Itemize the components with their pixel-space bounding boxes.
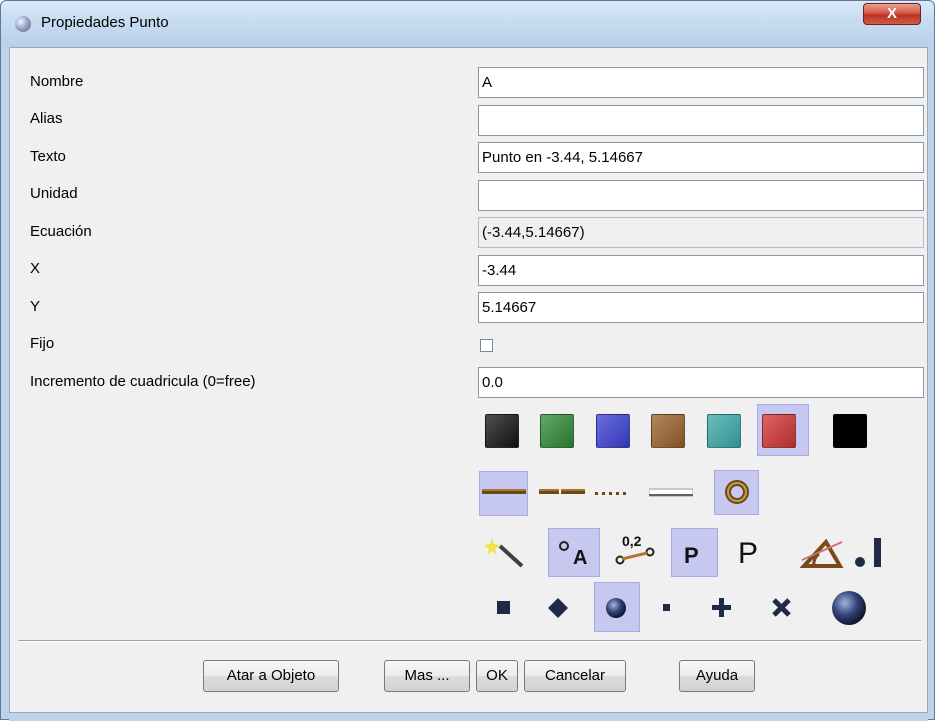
label-unidad: Unidad — [30, 185, 78, 202]
x-field[interactable]: -3.44 — [478, 255, 924, 286]
bold-p-icon[interactable]: P — [684, 538, 708, 570]
plus-point-icon[interactable] — [710, 596, 734, 620]
title-bar[interactable]: Propiedades Punto X — [1, 1, 934, 47]
label-alias: Alias — [30, 110, 63, 127]
nombre-field[interactable]: A — [478, 67, 924, 98]
label-nombre: Nombre — [30, 73, 84, 90]
window-title: Propiedades Punto — [41, 14, 169, 31]
unidad-field[interactable] — [478, 180, 924, 211]
incremento-field[interactable]: 0.0 — [478, 367, 924, 398]
y-field[interactable]: 5.14667 — [478, 292, 924, 323]
label-incremento: Incremento de cuadricula (0=free) — [30, 373, 256, 390]
bar-point-icon[interactable] — [850, 534, 890, 570]
color-swatch-selected[interactable] — [762, 414, 796, 448]
large-ball-icon[interactable] — [830, 589, 868, 627]
ok-button[interactable]: OK — [476, 660, 518, 692]
color-swatch[interactable] — [485, 414, 519, 448]
point-label-text: A — [573, 547, 587, 569]
texto-field[interactable]: Punto en -3.44, 5.14667 — [478, 142, 924, 173]
app-icon — [15, 16, 31, 32]
ecuacion-field: (-3.44,5.14667) — [478, 217, 924, 248]
plain-p-text: P — [738, 537, 758, 570]
label-fijo: Fijo — [30, 335, 55, 352]
cross-point-icon[interactable] — [770, 596, 794, 620]
magic-wand-icon[interactable] — [482, 536, 528, 570]
properties-dialog: Propiedades Punto X Nombre Alias Texto U… — [0, 0, 935, 721]
dotted-line-icon[interactable] — [595, 481, 635, 503]
bold-p-text: P — [684, 543, 699, 568]
fijo-checkbox[interactable] — [480, 339, 493, 352]
coordinate-label-icon[interactable]: 0,2 — [614, 532, 658, 570]
solid-line-icon[interactable] — [482, 481, 526, 503]
color-swatch[interactable] — [651, 414, 685, 448]
ball-point-icon[interactable] — [604, 596, 628, 620]
ring-icon[interactable] — [724, 479, 750, 505]
color-swatch[interactable] — [833, 414, 867, 448]
close-button[interactable]: X — [863, 3, 921, 25]
color-swatch[interactable] — [707, 414, 741, 448]
dashed-line-icon[interactable] — [539, 481, 585, 503]
plain-p-icon[interactable]: P — [738, 534, 768, 570]
label-ecuacion: Ecuación — [30, 223, 92, 240]
color-swatch[interactable] — [596, 414, 630, 448]
angle-icon[interactable] — [800, 536, 844, 570]
cancelar-button[interactable]: Cancelar — [524, 660, 626, 692]
point-label-icon[interactable]: A — [555, 536, 595, 570]
coordinate-label-text: 0,2 — [622, 533, 642, 549]
label-texto: Texto — [30, 148, 66, 165]
dialog-body: Nombre Alias Texto Unidad Ecuación X Y F… — [9, 47, 928, 713]
diamond-point-icon[interactable] — [547, 597, 569, 619]
mas-button[interactable]: Mas ... — [384, 660, 470, 692]
square-point-icon[interactable] — [496, 600, 512, 616]
atar-objeto-button[interactable]: Atar a Objeto — [203, 660, 339, 692]
tiny-dot-icon[interactable] — [662, 603, 672, 613]
label-x: X — [30, 260, 41, 277]
thin-line-icon[interactable] — [649, 481, 693, 503]
alias-field[interactable] — [478, 105, 924, 136]
ayuda-button[interactable]: Ayuda — [679, 660, 755, 692]
button-divider — [18, 640, 921, 642]
label-y: Y — [30, 298, 41, 315]
color-swatch[interactable] — [540, 414, 574, 448]
